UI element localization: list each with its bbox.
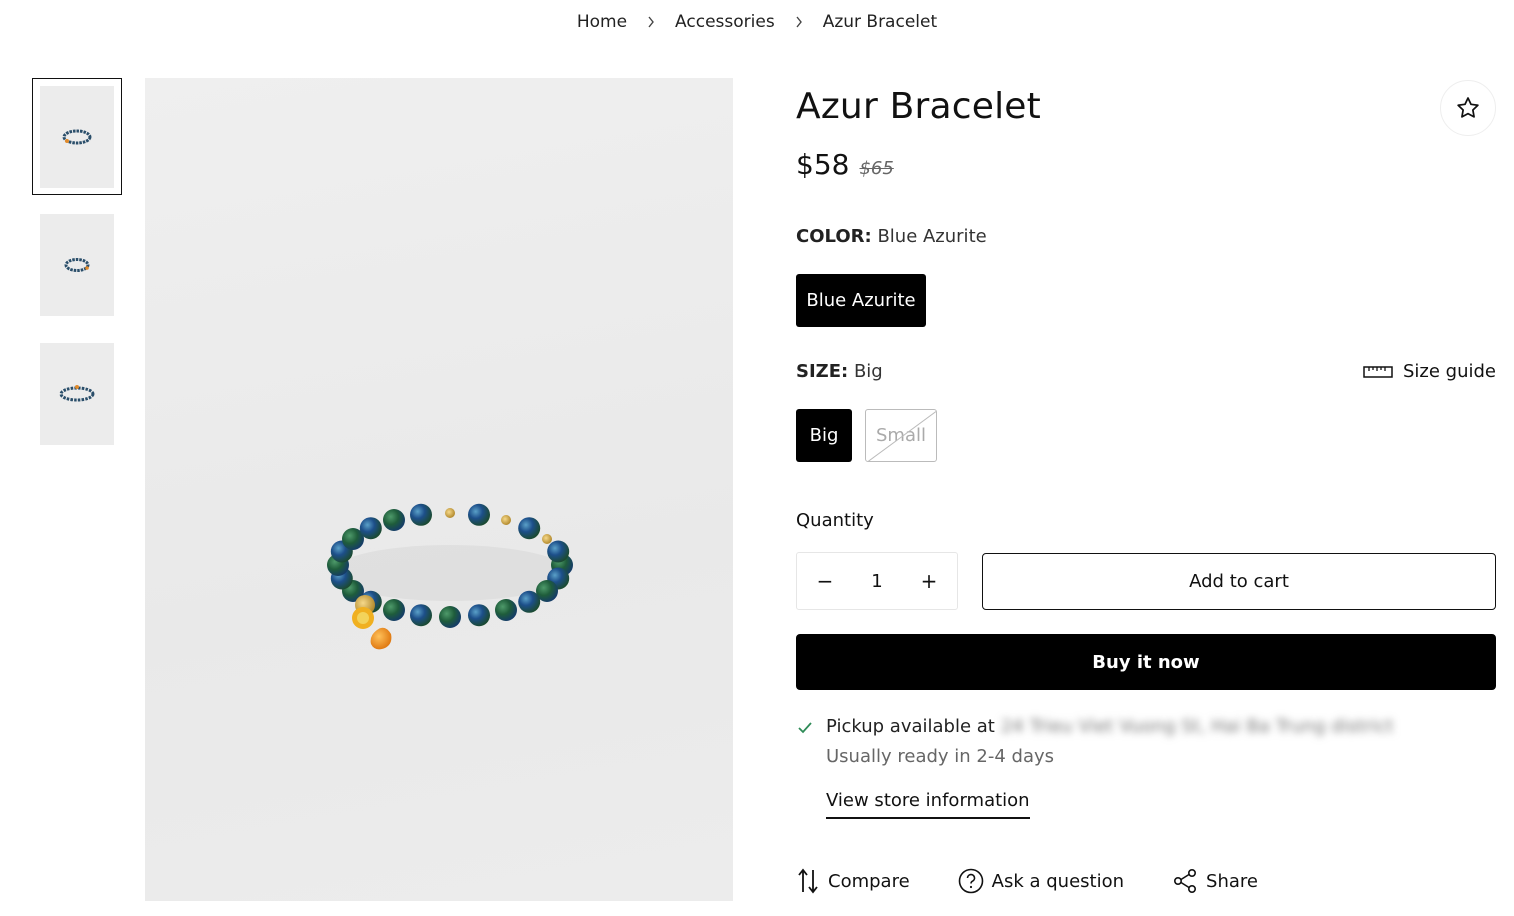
size-guide-link[interactable]: Size guide [1363, 361, 1496, 382]
unavailable-strike [867, 410, 936, 461]
size-selected-value: Big [853, 361, 883, 382]
price-row: $58 $65 [796, 148, 894, 181]
breadcrumb: Home Accessories Azur Bracelet [0, 12, 1514, 32]
breadcrumb-current: Azur Bracelet [822, 12, 938, 32]
product-actions: Compare Ask a question Share [796, 868, 1306, 894]
gold-spacer-bead [445, 508, 455, 518]
azurite-bead [518, 517, 541, 540]
color-label-key: COLOR: [796, 226, 872, 247]
azurite-bead [410, 604, 432, 627]
gold-spacer-bead [501, 515, 511, 525]
thumbnail-2[interactable] [40, 214, 114, 316]
star-icon [1457, 97, 1479, 118]
azurite-bead [468, 503, 490, 526]
azurite-bead [495, 599, 517, 621]
quantity-stepper: − 1 + [796, 552, 958, 610]
bracelet-thumbnail-image [59, 385, 95, 402]
view-store-information-link[interactable]: View store information [826, 790, 1030, 819]
azurite-bead [547, 540, 570, 563]
pickup-available-line: Pickup available at 24 Trieu Viet Vuong … [826, 716, 1394, 737]
quantity-value[interactable]: 1 [871, 571, 882, 592]
chevron-right-icon [631, 16, 671, 28]
share-button[interactable]: Share [1172, 868, 1258, 894]
quantity-label: Quantity [796, 510, 874, 531]
check-icon [798, 722, 812, 734]
question-circle-icon [958, 868, 983, 894]
pickup-location: 24 Trieu Viet Vuong St, Hai Ba Trung dis… [1000, 716, 1394, 737]
bracelet-thumbnail-image [64, 258, 90, 272]
ask-question-button[interactable]: Ask a question [958, 868, 1124, 894]
wishlist-button[interactable] [1440, 80, 1496, 136]
size-option-small[interactable]: Small [865, 409, 937, 462]
azurite-bead [518, 590, 541, 613]
bracelet-thumbnail-image [62, 129, 92, 144]
thumbnail-1[interactable] [32, 78, 122, 195]
ruler-icon [1363, 365, 1393, 378]
color-selected-value: Blue Azurite [877, 226, 987, 247]
breadcrumb-home[interactable]: Home [573, 12, 631, 32]
color-label: COLOR: Blue Azurite [796, 226, 987, 247]
buy-now-button[interactable]: Buy it now [796, 634, 1496, 690]
azurite-bead [359, 517, 382, 540]
color-option-blue-azurite[interactable]: Blue Azurite [796, 274, 926, 327]
azurite-bead [410, 503, 432, 526]
share-label: Share [1206, 870, 1258, 892]
bracelet-image [327, 503, 573, 650]
azurite-bead [468, 604, 490, 627]
azurite-bead [383, 509, 405, 531]
product-price: $58 [796, 148, 850, 181]
ask-question-label: Ask a question [991, 870, 1125, 892]
quantity-decrease-button[interactable]: − [815, 569, 835, 593]
pickup-ready-text: Usually ready in 2-4 days [826, 746, 1055, 767]
chevron-right-icon [779, 16, 819, 28]
size-label: SIZE: Big [796, 361, 883, 382]
size-label-key: SIZE: [796, 361, 849, 382]
breadcrumb-accessories[interactable]: Accessories [671, 12, 779, 32]
azurite-bead [439, 606, 461, 628]
gold-spacer-bead [542, 534, 552, 544]
share-icon [1174, 868, 1197, 893]
compare-button[interactable]: Compare [796, 868, 910, 894]
thumbnail-3[interactable] [40, 343, 114, 445]
size-option-big[interactable]: Big [796, 409, 852, 462]
pickup-available-text: Pickup available at [826, 716, 995, 737]
quantity-increase-button[interactable]: + [919, 569, 939, 593]
compare-arrows-icon [798, 868, 818, 894]
main-product-image[interactable] [145, 78, 733, 901]
compare-at-price: $65 [859, 158, 894, 179]
size-guide-label: Size guide [1402, 361, 1496, 382]
add-to-cart-button[interactable]: Add to cart [982, 553, 1496, 610]
product-title: Azur Bracelet [796, 86, 1041, 127]
azurite-bead [383, 599, 405, 621]
compare-label: Compare [828, 870, 910, 892]
